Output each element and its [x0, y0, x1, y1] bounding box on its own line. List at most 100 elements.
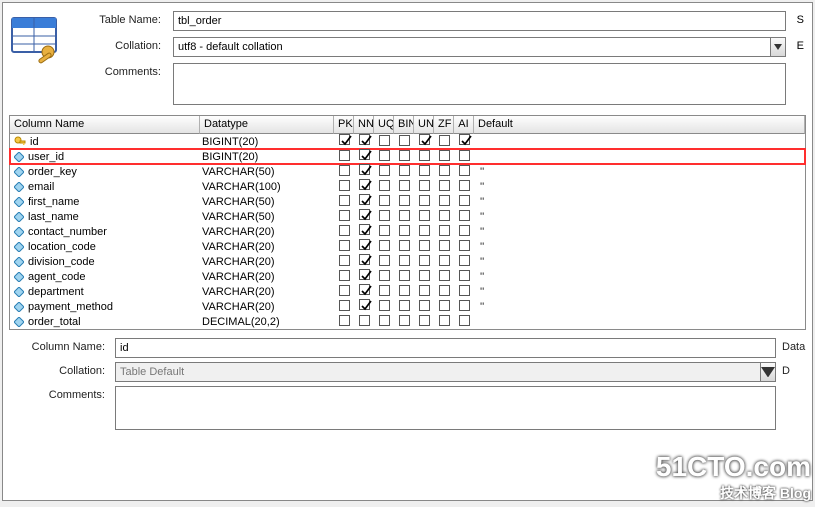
side-e[interactable]: E: [792, 37, 804, 52]
checkbox[interactable]: [359, 194, 370, 205]
checkbox[interactable]: [419, 150, 430, 161]
checkbox[interactable]: [339, 134, 350, 145]
checkbox[interactable]: [439, 180, 450, 191]
checkbox[interactable]: [339, 255, 350, 266]
checkbox[interactable]: [379, 300, 390, 311]
checkbox[interactable]: [459, 315, 470, 326]
table-row[interactable]: emailVARCHAR(100)'': [10, 179, 805, 194]
checkbox[interactable]: [399, 225, 410, 236]
checkbox[interactable]: [459, 225, 470, 236]
checkbox[interactable]: [439, 165, 450, 176]
checkbox[interactable]: [339, 240, 350, 251]
table-row[interactable]: location_codeVARCHAR(20)'': [10, 239, 805, 254]
checkbox[interactable]: [459, 270, 470, 281]
checkbox[interactable]: [399, 135, 410, 146]
b-column-name-input[interactable]: [115, 338, 776, 358]
table-row[interactable]: user_idBIGINT(20): [10, 149, 805, 164]
checkbox[interactable]: [399, 210, 410, 221]
checkbox[interactable]: [379, 195, 390, 206]
header-column-name[interactable]: Column Name: [10, 116, 200, 134]
table-row[interactable]: first_nameVARCHAR(50)'': [10, 194, 805, 209]
checkbox[interactable]: [459, 134, 470, 145]
chevron-down-icon[interactable]: [770, 37, 786, 57]
checkbox[interactable]: [419, 195, 430, 206]
checkbox[interactable]: [379, 285, 390, 296]
checkbox[interactable]: [419, 180, 430, 191]
checkbox[interactable]: [359, 179, 370, 190]
header-uq[interactable]: UQ: [374, 116, 394, 134]
header-datatype[interactable]: Datatype: [200, 116, 334, 134]
table-row[interactable]: order_keyVARCHAR(50)'': [10, 164, 805, 179]
checkbox[interactable]: [419, 210, 430, 221]
checkbox[interactable]: [339, 270, 350, 281]
checkbox[interactable]: [339, 225, 350, 236]
checkbox[interactable]: [419, 134, 430, 145]
table-row[interactable]: order_totalDECIMAL(20,2): [10, 314, 805, 329]
header-un[interactable]: UN: [414, 116, 434, 134]
checkbox[interactable]: [439, 315, 450, 326]
checkbox[interactable]: [379, 225, 390, 236]
checkbox[interactable]: [359, 134, 370, 145]
checkbox[interactable]: [419, 225, 430, 236]
side-s[interactable]: S: [792, 11, 804, 26]
table-row[interactable]: payment_methodVARCHAR(20)'': [10, 299, 805, 314]
checkbox[interactable]: [399, 255, 410, 266]
b-collation-combo-input[interactable]: [115, 362, 760, 382]
table-row[interactable]: contact_numberVARCHAR(20)'': [10, 224, 805, 239]
checkbox[interactable]: [459, 150, 470, 161]
table-row[interactable]: departmentVARCHAR(20)'': [10, 284, 805, 299]
checkbox[interactable]: [379, 270, 390, 281]
checkbox[interactable]: [339, 165, 350, 176]
checkbox[interactable]: [419, 285, 430, 296]
checkbox[interactable]: [439, 195, 450, 206]
checkbox[interactable]: [359, 254, 370, 265]
checkbox[interactable]: [459, 180, 470, 191]
checkbox[interactable]: [399, 150, 410, 161]
checkbox[interactable]: [459, 240, 470, 251]
checkbox[interactable]: [439, 300, 450, 311]
checkbox[interactable]: [359, 149, 370, 160]
checkbox[interactable]: [359, 315, 370, 326]
collation-combo-input[interactable]: [173, 37, 770, 57]
checkbox[interactable]: [459, 165, 470, 176]
checkbox[interactable]: [459, 255, 470, 266]
checkbox[interactable]: [379, 255, 390, 266]
header-bin[interactable]: BIN: [394, 116, 414, 134]
checkbox[interactable]: [339, 210, 350, 221]
checkbox[interactable]: [339, 285, 350, 296]
checkbox[interactable]: [399, 270, 410, 281]
checkbox[interactable]: [359, 209, 370, 220]
checkbox[interactable]: [379, 240, 390, 251]
checkbox[interactable]: [419, 300, 430, 311]
header-zf[interactable]: ZF: [434, 116, 454, 134]
columns-grid[interactable]: Column Name Datatype PK NN UQ BIN UN ZF …: [9, 115, 806, 330]
header-pk[interactable]: PK: [334, 116, 354, 134]
comments-textarea[interactable]: [173, 63, 786, 105]
checkbox[interactable]: [399, 240, 410, 251]
checkbox[interactable]: [439, 135, 450, 146]
table-row[interactable]: division_codeVARCHAR(20)'': [10, 254, 805, 269]
checkbox[interactable]: [439, 270, 450, 281]
checkbox[interactable]: [419, 240, 430, 251]
header-default[interactable]: Default: [474, 116, 805, 134]
checkbox[interactable]: [359, 239, 370, 250]
checkbox[interactable]: [419, 315, 430, 326]
table-row[interactable]: agent_codeVARCHAR(20)'': [10, 269, 805, 284]
header-nn[interactable]: NN: [354, 116, 374, 134]
checkbox[interactable]: [379, 165, 390, 176]
checkbox[interactable]: [439, 255, 450, 266]
header-ai[interactable]: AI: [454, 116, 474, 134]
checkbox[interactable]: [399, 315, 410, 326]
checkbox[interactable]: [439, 285, 450, 296]
b-comments-textarea[interactable]: [115, 386, 776, 430]
checkbox[interactable]: [379, 150, 390, 161]
checkbox[interactable]: [419, 165, 430, 176]
checkbox[interactable]: [439, 150, 450, 161]
table-row[interactable]: idBIGINT(20): [10, 134, 805, 149]
checkbox[interactable]: [399, 285, 410, 296]
checkbox[interactable]: [439, 225, 450, 236]
checkbox[interactable]: [359, 224, 370, 235]
checkbox[interactable]: [399, 300, 410, 311]
checkbox[interactable]: [379, 135, 390, 146]
table-row[interactable]: last_nameVARCHAR(50)'': [10, 209, 805, 224]
